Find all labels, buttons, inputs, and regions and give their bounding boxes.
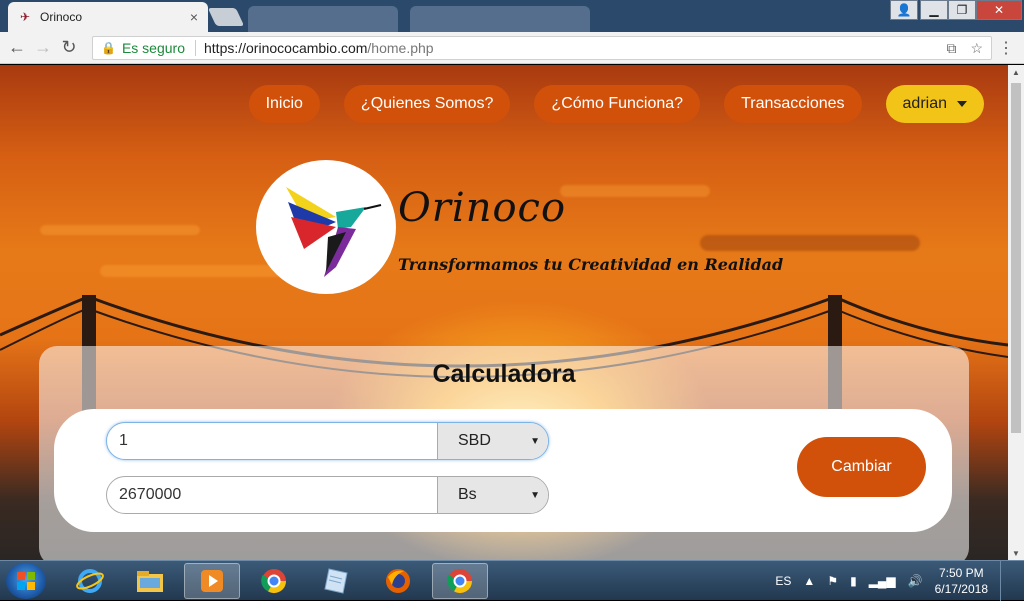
chrome-icon[interactable] xyxy=(246,563,302,599)
amount-input[interactable] xyxy=(107,423,437,459)
system-tray: ES ▲ ⚑ ▮ ▂▄▆ 🔊 7:50 PM 6/17/2018 xyxy=(775,561,1010,601)
close-window-button[interactable]: ✕ xyxy=(976,0,1022,20)
cambiar-button[interactable]: Cambiar xyxy=(797,437,926,497)
calculator-form: SBD ▼ Bs ▼ Cambiar xyxy=(54,409,952,532)
windows-taskbar: ES ▲ ⚑ ▮ ▂▄▆ 🔊 7:50 PM 6/17/2018 xyxy=(0,560,1024,601)
clock-time: 7:50 PM xyxy=(938,566,984,580)
page-viewport: Inicio ¿Quienes Somos? ¿Cómo Funciona? T… xyxy=(0,65,1008,560)
target-currency-select[interactable]: Bs ▼ xyxy=(437,477,548,513)
scroll-up-icon[interactable]: ▲ xyxy=(1008,65,1024,79)
page-scrollbar[interactable]: ▲ ▼ xyxy=(1008,65,1024,560)
scrollbar-thumb[interactable] xyxy=(1011,83,1021,433)
select-arrow-icon: ▼ xyxy=(530,435,540,447)
background-cloud xyxy=(40,225,200,235)
file-explorer-icon[interactable] xyxy=(122,563,178,599)
background-window-tab xyxy=(248,6,398,32)
signal-bars-icon[interactable]: ▂▄▆ xyxy=(869,574,896,588)
volume-icon[interactable]: 🔊 xyxy=(908,574,923,588)
clock[interactable]: 7:50 PM 6/17/2018 xyxy=(935,565,988,597)
clock-date: 6/17/2018 xyxy=(934,582,988,596)
bookmark-star-icon[interactable]: ☆ xyxy=(970,40,983,57)
notepad-icon[interactable] xyxy=(308,563,364,599)
source-currency-select[interactable]: SBD ▼ xyxy=(437,423,548,459)
target-currency-value: Bs xyxy=(458,486,477,503)
show-desktop-button[interactable] xyxy=(1000,561,1010,601)
user-name: adrian xyxy=(902,95,947,112)
media-player-icon[interactable] xyxy=(184,563,240,599)
chevron-down-icon xyxy=(957,101,967,107)
translate-icon[interactable]: ⧉ xyxy=(946,40,956,57)
nav-quienes-somos[interactable]: ¿Quienes Somos? xyxy=(343,85,511,123)
secure-label: Es seguro xyxy=(121,40,185,56)
url-path: /home.php xyxy=(367,40,434,56)
minimize-button[interactable]: ▁ xyxy=(920,0,948,20)
maximize-button[interactable]: ❐ xyxy=(948,0,976,20)
calculator-panel: Calculadora SBD ▼ Bs ▼ Cambiar xyxy=(39,346,969,560)
select-arrow-icon: ▼ xyxy=(530,489,540,501)
reload-icon[interactable]: ↻ xyxy=(56,35,82,61)
divider xyxy=(195,40,196,56)
nav-inicio[interactable]: Inicio xyxy=(248,85,320,123)
nav-como-funciona[interactable]: ¿Cómo Funciona? xyxy=(534,85,701,123)
calculator-title: Calculadora xyxy=(432,360,576,388)
chrome-active-icon[interactable] xyxy=(432,563,488,599)
scroll-down-icon[interactable]: ▼ xyxy=(1008,546,1024,560)
url-host: https://orinococambio.com xyxy=(204,40,368,56)
start-button[interactable] xyxy=(6,563,46,599)
windows-logo-icon xyxy=(17,572,35,590)
background-cloud xyxy=(560,185,710,197)
user-menu-button[interactable]: adrian xyxy=(885,85,984,123)
logo xyxy=(256,160,396,294)
brand-tagline: Transformamos tu Creatividad en Realidad xyxy=(398,255,784,274)
chrome-menu-icon[interactable]: ⋮ xyxy=(998,38,1014,58)
browser-toolbar: ← → ↻ 🔒 Es seguro https://orinococambio.… xyxy=(0,32,1024,64)
brand-name: Orinoco xyxy=(398,185,567,231)
result-input[interactable] xyxy=(107,477,437,513)
internet-explorer-icon[interactable] xyxy=(62,563,118,599)
show-hidden-icons-icon[interactable]: ▲ xyxy=(803,574,815,588)
source-currency-value: SBD xyxy=(458,432,491,449)
address-bar[interactable]: 🔒 Es seguro https://orinococambio.com/ho… xyxy=(92,36,992,60)
language-indicator[interactable]: ES xyxy=(775,574,791,588)
hummingbird-icon xyxy=(286,187,382,277)
main-nav: Inicio ¿Quienes Somos? ¿Cómo Funciona? T… xyxy=(248,85,984,123)
background-window-tab xyxy=(410,6,590,32)
lock-icon: 🔒 xyxy=(101,41,116,55)
back-arrow-icon[interactable]: ← xyxy=(4,35,30,61)
tab-close-icon[interactable]: × xyxy=(190,9,198,25)
user-profile-icon[interactable]: 👤 xyxy=(890,0,918,20)
forward-arrow-icon[interactable]: → xyxy=(30,35,56,61)
battery-icon[interactable]: ▮ xyxy=(850,574,857,588)
firefox-icon[interactable] xyxy=(370,563,426,599)
tab-title: Orinoco xyxy=(40,10,83,24)
tab-strip: ✈ Orinoco × 👤 ▁ ❐ ✕ xyxy=(0,0,1024,32)
nav-transacciones[interactable]: Transacciones xyxy=(724,85,862,123)
result-field-group: Bs ▼ xyxy=(106,476,549,514)
action-center-flag-icon[interactable]: ⚑ xyxy=(827,574,838,588)
hummingbird-favicon-icon: ✈ xyxy=(19,10,31,24)
new-tab-button[interactable] xyxy=(207,8,245,26)
background-cloud xyxy=(700,235,920,251)
browser-tab[interactable]: ✈ Orinoco × xyxy=(8,2,208,32)
amount-field-group: SBD ▼ xyxy=(106,422,549,460)
